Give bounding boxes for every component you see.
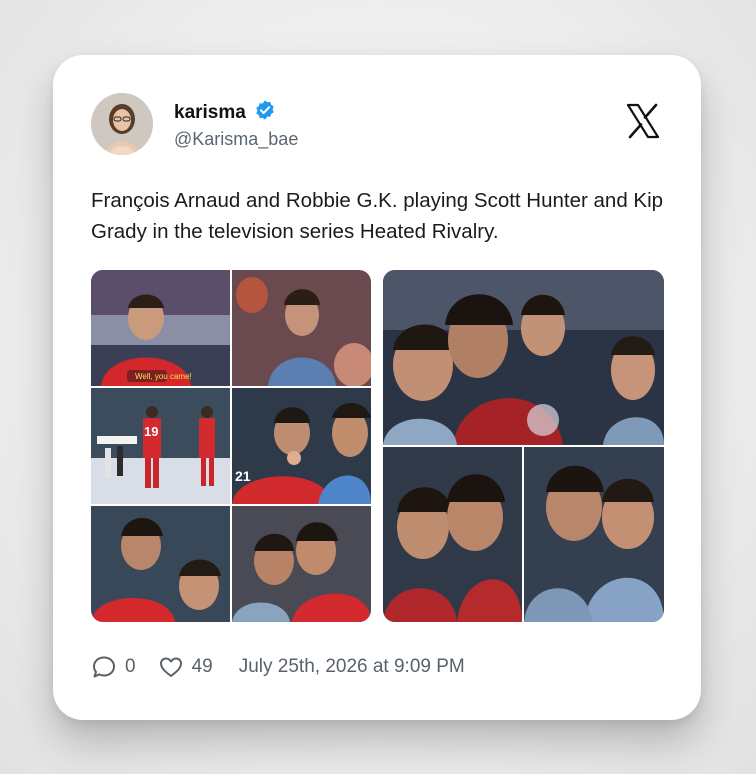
post-footer: 0 49 July 25th, 2026 at 9:09 PM: [91, 653, 465, 681]
media-collage-left[interactable]: Well, you came! 19 21: [91, 270, 371, 622]
heart-icon[interactable]: [158, 654, 184, 680]
like-count: 49: [191, 656, 213, 677]
verified-badge-icon: [254, 99, 276, 126]
media-collage-right[interactable]: [383, 270, 664, 622]
media-photo[interactable]: [383, 270, 664, 445]
user-handle[interactable]: @Karisma_bae: [174, 129, 298, 150]
media-photo[interactable]: 19: [91, 388, 230, 504]
media-photo[interactable]: [232, 506, 371, 622]
post-timestamp[interactable]: July 25th, 2026 at 9:09 PM: [239, 656, 465, 678]
reply-count: 0: [125, 656, 136, 677]
post-card: karisma @Karisma_bae François Arnaud and…: [53, 55, 701, 720]
media-photo[interactable]: Well, you came!: [91, 270, 230, 386]
post-text: François Arnaud and Robbie G.K. playing …: [91, 189, 664, 243]
media-photo[interactable]: [91, 506, 230, 622]
media-photo[interactable]: 21: [232, 388, 371, 504]
media-photo[interactable]: [524, 447, 664, 622]
collage-caption: Well, you came!: [135, 372, 192, 381]
avatar[interactable]: [91, 93, 153, 155]
media-photo[interactable]: [383, 447, 522, 622]
jersey-number: 21: [235, 468, 251, 484]
display-name[interactable]: karisma: [174, 102, 246, 124]
jersey-number: 19: [144, 424, 159, 439]
x-logo-icon[interactable]: [624, 102, 662, 140]
reply-icon[interactable]: [91, 654, 117, 680]
media-photo[interactable]: [232, 270, 371, 386]
